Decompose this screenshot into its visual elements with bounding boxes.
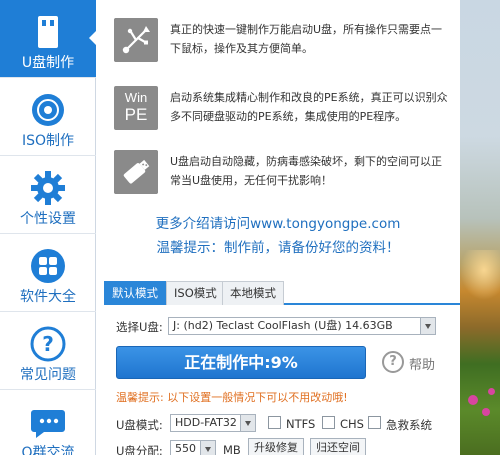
chevron-down-icon (240, 415, 255, 431)
svg-text:?: ? (42, 332, 54, 356)
sidebar-item-label: 个性设置 (20, 211, 76, 227)
winpe-icon-line-1: Win (124, 90, 148, 105)
feature-one-click: 真正的快速一键制作万能启动U盘，所有操作只需要点一下鼠标，操作及其方便简单。 (114, 18, 444, 68)
usb-stick-icon (114, 150, 158, 194)
apps-grid-icon (31, 249, 65, 283)
sidebar-item-faq[interactable]: ? 常见问题 (0, 312, 96, 390)
main-panel: 真正的快速一键制作万能启动U盘，所有操作只需要点一下鼠标，操作及其方便简单。 W… (96, 0, 460, 455)
ntfs-label: NTFS (286, 417, 316, 431)
sidebar-item-label: U盘制作 (21, 55, 75, 71)
feature-description: 启动系统集成精心制作和改良的PE系统，真正可以识别众多不同硬盘驱动的PE系统，集… (170, 91, 448, 123)
chs-checkbox[interactable] (322, 416, 335, 429)
rescue-system-label: 急救系统 (386, 418, 432, 432)
sidebar-item-label: 常见问题 (20, 367, 76, 383)
flower-decoration (468, 395, 478, 405)
sidebar-item-label: ISO制作 (21, 133, 75, 149)
usb-symbol-icon (114, 18, 158, 62)
tab-iso-mode[interactable]: ISO模式 (166, 281, 225, 305)
chevron-down-icon (420, 318, 435, 334)
feature-hidden-boot: U盘启动自动隐藏，防病毒感染破坏，剩下的空间可以正常当U盘使用，无任何干扰影响！ (114, 150, 444, 200)
rescue-system-checkbox[interactable] (368, 416, 381, 429)
chs-label: CHS (340, 417, 364, 431)
disk-select-value: J: (hd2) Teclast CoolFlash (U盘) 14.63GB (173, 319, 393, 332)
sidebar: U盘制作 ISO制作 个性设置 软件大全 ? 常见问题 Q群交流 (0, 0, 97, 455)
disk-select[interactable]: J: (hd2) Teclast CoolFlash (U盘) 14.63GB (168, 317, 436, 335)
website-link[interactable]: 更多介绍请访问www.tongyongpe.com (96, 212, 460, 232)
sidebar-item-settings[interactable]: 个性设置 (0, 156, 96, 234)
progress-label: 正在制作中:9% (184, 353, 298, 372)
winpe-icon: Win PE (114, 86, 158, 130)
desktop-wallpaper (460, 0, 500, 455)
mode-label: U盘模式: (116, 418, 163, 432)
partition-size-value: 550 (175, 442, 196, 455)
mode-select[interactable]: HDD-FAT32 (170, 414, 256, 432)
ntfs-checkbox[interactable] (268, 416, 281, 429)
sidebar-item-iso[interactable]: ISO制作 (0, 78, 96, 156)
question-icon: ? (30, 326, 66, 362)
sidebar-item-label: 软件大全 (20, 289, 76, 305)
partition-label: U盘分配: (116, 444, 163, 455)
backup-reminder: 温馨提示：制作前，请备份好您的资料！ (156, 240, 400, 256)
gear-icon (31, 171, 65, 205)
feature-winpe: Win PE 启动系统集成精心制作和改良的PE系统，真正可以识别众多不同硬盘驱动… (114, 86, 448, 136)
sidebar-item-label: Q群交流 (21, 445, 75, 455)
tab-local-mode[interactable]: 本地模式 (222, 281, 284, 305)
sidebar-item-qq-group[interactable]: Q群交流 (0, 390, 96, 455)
winpe-icon-line-2: PE (124, 105, 148, 124)
mode-select-value: HDD-FAT32 (175, 416, 237, 429)
chat-bubble-icon (31, 410, 65, 438)
upgrade-repair-button[interactable]: 升级修复 (248, 438, 304, 455)
sunlight-glow (460, 250, 500, 300)
feature-description: U盘启动自动隐藏，防病毒感染破坏，剩下的空间可以正常当U盘使用，无任何干扰影响！ (170, 155, 443, 187)
feature-description: 真正的快速一键制作万能启动U盘，所有操作只需要点一下鼠标，操作及其方便简单。 (170, 23, 443, 55)
partition-size-input[interactable]: 550 (170, 440, 216, 455)
flower-decoration (488, 388, 495, 395)
restore-space-button[interactable]: 归还空间 (310, 438, 366, 455)
sidebar-item-u-disk[interactable]: U盘制作 (0, 0, 97, 78)
chevron-down-icon (200, 441, 215, 455)
progress-button[interactable]: 正在制作中:9% (116, 346, 366, 379)
select-disk-label: 选择U盘: (116, 320, 163, 334)
partition-unit: MB (223, 443, 241, 455)
help-label: 帮助 (409, 358, 436, 373)
mode-tabs: 默认模式 ISO模式 本地模式 (104, 281, 460, 305)
settings-tip: 温馨提示: 以下设置一般情况下可以不用改动哦! (116, 391, 348, 404)
flower-decoration (482, 408, 490, 416)
sidebar-item-software[interactable]: 软件大全 (0, 234, 96, 312)
disc-icon (32, 94, 64, 126)
usb-drive-icon (38, 16, 58, 48)
question-icon: ? (382, 351, 404, 373)
tab-default-mode[interactable]: 默认模式 (104, 281, 166, 305)
